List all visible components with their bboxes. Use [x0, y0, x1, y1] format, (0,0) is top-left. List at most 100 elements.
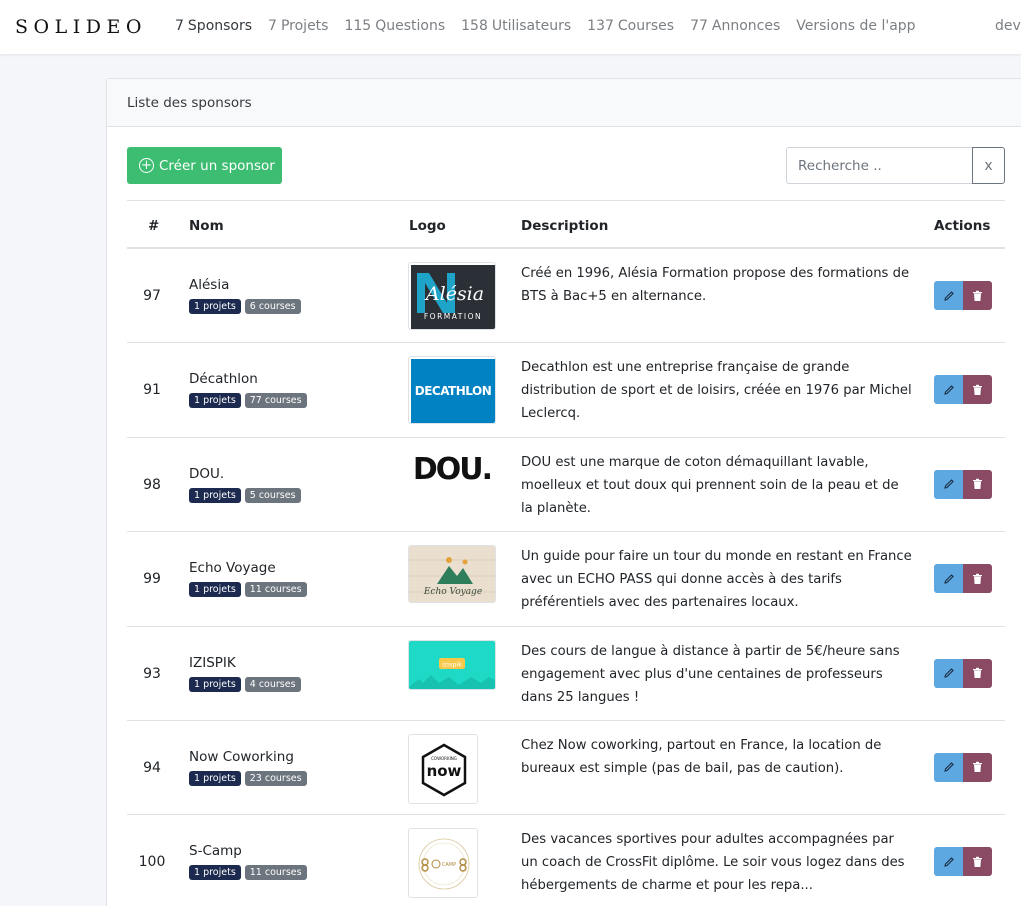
trash-icon — [973, 762, 982, 773]
sponsor-name[interactable]: Décathlon — [189, 371, 311, 387]
sponsor-name-cell: Alésia 1 projets 6 courses — [189, 277, 305, 314]
table-row: 97 Alésia 1 projets 6 courses Alésia FOR… — [127, 249, 1005, 344]
pencil-icon — [943, 479, 954, 490]
delete-button[interactable] — [963, 281, 992, 310]
sponsor-logo: Echo Voyage — [408, 545, 496, 604]
create-sponsor-button[interactable]: + Créer un sponsor — [127, 147, 282, 184]
delete-button[interactable] — [963, 752, 992, 782]
row-id: 91 — [143, 382, 161, 399]
sponsor-description: Chez Now coworking, partout en France, l… — [521, 737, 882, 776]
main-nav: 7 Sponsors 7 Projets 115 Questions 158 Utili… — [175, 18, 932, 34]
sponsor-name[interactable]: IZISPIK — [189, 655, 305, 671]
nav-item-courses[interactable]: 137 Courses — [587, 18, 674, 34]
row-actions — [934, 469, 992, 499]
col-header-id: # — [148, 218, 160, 234]
edit-button[interactable] — [934, 469, 963, 499]
edit-button[interactable] — [934, 281, 963, 310]
delete-button[interactable] — [963, 564, 992, 594]
pencil-icon — [943, 857, 954, 867]
nav-item-versions[interactable]: Versions de l'app — [796, 18, 915, 34]
search-input[interactable] — [786, 147, 972, 184]
sponsor-name[interactable]: Now Coworking — [189, 749, 311, 765]
sponsor-logo: izispik — [408, 639, 496, 690]
svg-text:Echo Voyage: Echo Voyage — [423, 587, 482, 597]
sponsor-logo: COWORKING now — [408, 733, 478, 804]
edit-button[interactable] — [934, 658, 963, 688]
row-id: 93 — [143, 665, 161, 682]
courses-badge: 77 courses — [244, 393, 307, 409]
row-id: 98 — [143, 476, 161, 493]
projects-badge: 1 projets — [189, 299, 241, 314]
table-row: 99 Echo Voyage 1 projets 11 courses Echo… — [127, 532, 1005, 627]
row-actions — [934, 847, 992, 877]
table-row: 94 Now Coworking 1 projets 23 courses CO… — [127, 721, 1005, 816]
edit-button[interactable] — [934, 564, 963, 594]
row-id: 97 — [143, 288, 161, 304]
col-header-logo: Logo — [409, 218, 446, 234]
col-header-nom[interactable]: Nom — [189, 218, 224, 234]
sponsor-name-cell: DOU. 1 projets 5 courses — [189, 466, 305, 503]
sponsor-name[interactable]: S-Camp — [189, 843, 311, 859]
sponsors-table: # Nom Logo Description Actions 97 Alésia… — [127, 200, 1005, 906]
svg-text:now: now — [427, 762, 462, 780]
pencil-icon — [943, 668, 954, 678]
projects-badge: 1 projets — [189, 393, 241, 409]
delete-button[interactable] — [963, 658, 992, 688]
courses-badge: 23 courses — [244, 770, 307, 786]
sponsor-description: Des vacances sportives pour adultes acco… — [521, 832, 905, 894]
table-row: 98 DOU. 1 projets 5 courses DOU. DOU est… — [127, 438, 1005, 533]
trash-icon — [973, 667, 982, 679]
sponsor-name[interactable]: DOU. — [189, 466, 305, 482]
sponsor-description: DOU est une marque de coton démaquillant… — [521, 454, 899, 516]
sponsor-name[interactable]: Echo Voyage — [189, 560, 311, 576]
courses-badge: 6 courses — [244, 299, 301, 314]
nav-item-questions[interactable]: 115 Questions — [344, 18, 445, 34]
pencil-icon — [943, 762, 954, 773]
row-actions — [934, 375, 992, 405]
search-clear-button[interactable]: x — [972, 147, 1005, 184]
nav-item-sponsors[interactable]: 7 Sponsors — [175, 18, 252, 34]
edit-button[interactable] — [934, 375, 963, 405]
brand-logo[interactable]: SOLIDEO — [15, 16, 147, 38]
svg-text:izispik: izispik — [442, 660, 462, 668]
row-actions — [934, 658, 992, 688]
row-actions — [934, 564, 992, 594]
sponsor-name-cell: Décathlon 1 projets 77 courses — [189, 371, 311, 409]
svg-text:FORMATION: FORMATION — [424, 312, 482, 321]
courses-badge: 11 courses — [244, 582, 307, 598]
pencil-icon — [943, 385, 954, 395]
sponsor-description: Des cours de langue à distance à partir … — [521, 643, 900, 705]
pencil-icon — [943, 573, 954, 584]
sponsor-name-cell: IZISPIK 1 projets 4 courses — [189, 655, 305, 692]
plus-circle-icon: + — [139, 158, 154, 173]
sponsor-name[interactable]: Alésia — [189, 277, 305, 293]
table-row: 93 IZISPIK 1 projets 4 courses izispik D… — [127, 627, 1005, 721]
nav-item-projets[interactable]: 7 Projets — [268, 18, 328, 34]
projects-badge: 1 projets — [189, 865, 241, 881]
search-group: x — [786, 147, 1005, 184]
courses-badge: 4 courses — [244, 676, 301, 692]
table-header: # Nom Logo Description Actions — [127, 200, 1005, 249]
projects-badge: 1 projets — [189, 487, 241, 503]
trash-icon — [973, 290, 982, 301]
sponsor-description: Decathlon est une entreprise française d… — [521, 360, 912, 422]
top-navbar: SOLIDEO 7 Sponsors 7 Projets 115 Questions … — [0, 0, 1021, 54]
edit-button[interactable] — [934, 847, 963, 877]
sponsor-name-cell: Echo Voyage 1 projets 11 courses — [189, 560, 311, 598]
nav-item-utilisateurs[interactable]: 158 Utilisateurs — [461, 18, 571, 34]
table-row: 91 Décathlon 1 projets 77 courses DECATH… — [127, 343, 1005, 438]
pencil-icon — [943, 290, 954, 301]
user-menu[interactable]: dev — [995, 18, 1021, 34]
courses-badge: 11 courses — [244, 865, 307, 881]
delete-button[interactable] — [963, 847, 992, 877]
table-row: 100 S-Camp 1 projets 11 courses CAMP Des… — [127, 815, 1005, 906]
col-header-actions: Actions — [934, 218, 991, 234]
col-header-description: Description — [521, 218, 609, 234]
row-actions — [934, 281, 992, 310]
trash-icon — [973, 384, 982, 395]
nav-item-annonces[interactable]: 77 Annonces — [690, 18, 780, 34]
sponsor-description: Un guide pour faire un tour du monde en … — [521, 549, 912, 611]
edit-button[interactable] — [934, 752, 963, 782]
delete-button[interactable] — [963, 469, 992, 499]
delete-button[interactable] — [963, 375, 992, 405]
